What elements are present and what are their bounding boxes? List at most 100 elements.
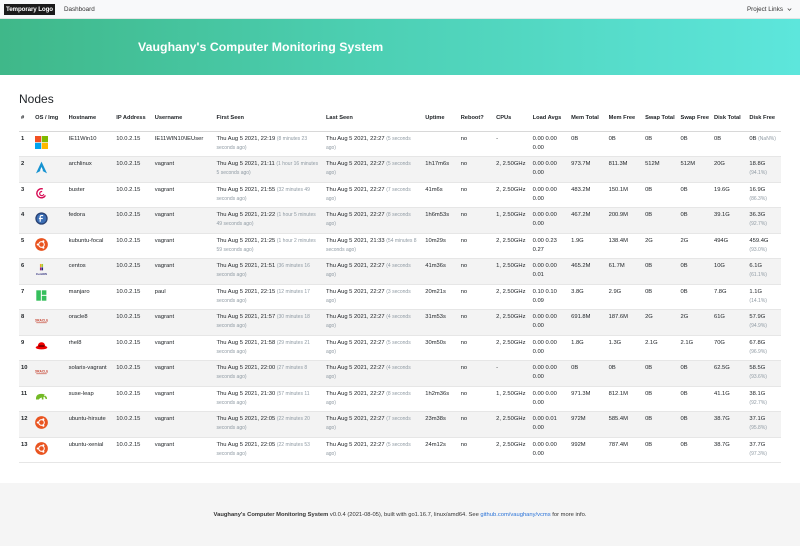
mem-free-cell: 787.4M — [606, 437, 644, 463]
first-seen-cell: Thu Aug 5 2021, 22:05 (22 minutes 20 sec… — [214, 411, 324, 438]
brand-logo[interactable]: Temporary Logo — [4, 3, 55, 15]
ip-address-cell: 10.0.2.15 — [114, 335, 153, 361]
column-header: Load Avgs — [530, 107, 570, 132]
footer-github-link[interactable]: github.com/vaughany/vcms — [480, 512, 550, 518]
row-number-value: 9 — [21, 339, 25, 346]
swap-total-cell: 0B — [643, 258, 679, 285]
cpus-cell: 2, 2.50GHz — [494, 182, 531, 208]
last-seen-cell: Thu Aug 5 2021, 22:27 (3 seconds ago) — [323, 284, 424, 310]
cpus-cell: 2, 2.50GHz — [494, 284, 531, 310]
mem-free-cell: 2.9G — [606, 284, 644, 310]
last-seen-cell: Thu Aug 5 2021, 22:27 (4 seconds ago) — [323, 360, 424, 387]
uptime-cell: 20m21s — [423, 284, 459, 310]
uptime-cell: 1h6m53s — [423, 207, 459, 234]
disk-free-cell: 16.9G (86.3%) — [747, 182, 781, 208]
column-header: OS / Img — [33, 107, 67, 132]
chevron-down-icon — [787, 7, 792, 11]
nodes-heading: Nodes — [19, 92, 54, 106]
column-header: Reboot? — [458, 107, 495, 132]
first-seen-cell: Thu Aug 5 2021, 21:25 (1 hour 2 minutes … — [214, 233, 324, 259]
redhat-logo-icon — [35, 340, 48, 353]
disk-free-value: 67.8G — [749, 339, 766, 346]
first-seen-date: Thu Aug 5 2021, 21:22 — [216, 212, 276, 218]
username-cell: vagrant — [152, 309, 215, 336]
disk-free-value: 459.4G — [749, 237, 769, 244]
username-cell: vagrant — [152, 156, 215, 183]
column-header: First Seen — [214, 107, 324, 132]
disk-free-value: 36.3G — [749, 212, 766, 218]
swap-free-cell: 0B — [678, 258, 712, 285]
first-seen-date: Thu Aug 5 2021, 22:19 — [216, 135, 276, 142]
swap-total-cell: 0B — [643, 182, 679, 208]
os-image-cell: CentOS — [33, 258, 67, 285]
swap-total-cell: 2G — [643, 309, 679, 336]
swap-total-cell: 0B — [643, 131, 679, 157]
disk-free-value: 37.7G — [749, 441, 766, 448]
disk-free-value: 0B — [749, 135, 757, 142]
first-seen-date: Thu Aug 5 2021, 21:58 — [216, 339, 276, 346]
disk-total-cell: 61G — [711, 309, 748, 336]
column-header: Mem Free — [606, 107, 644, 132]
disk-free-percent: (86.3%) — [749, 195, 767, 202]
hostname-cell: kubuntu-focal — [66, 233, 115, 259]
uptime-cell: 10m29s — [423, 233, 459, 259]
nav-dashboard-link[interactable]: Dashboard — [64, 6, 95, 13]
table-row: 7 manjaro 10.0.2.15 paul Thu Aug 5 2021, 22:… — [19, 284, 781, 310]
swap-free-cell: 2.1G — [678, 335, 712, 361]
os-image-cell — [33, 437, 67, 463]
last-seen-cell: Thu Aug 5 2021, 22:27 (5 seconds ago) — [323, 437, 424, 463]
row-number-value: 3 — [21, 186, 25, 193]
first-seen-cell: Thu Aug 5 2021, 22:05 (22 minutes 53 sec… — [214, 437, 324, 463]
last-seen-cell: Thu Aug 5 2021, 22:27 (7 seconds ago) — [323, 182, 424, 208]
main-content: Nodes # OS / Img Hostname IP Address Usernam… — [0, 92, 800, 463]
os-image-cell — [33, 156, 67, 183]
row-number-value: 11 — [21, 390, 28, 397]
hostname-cell: oracle8 — [66, 309, 115, 336]
hostname-cell: IE11Win10 — [66, 131, 115, 157]
disk-total-cell: 41.1G — [711, 386, 748, 412]
top-navbar: Temporary Logo Dashboard Project Links — [0, 0, 800, 19]
swap-total-cell: 0B — [643, 360, 679, 387]
row-number-value: 4 — [21, 212, 25, 218]
reboot-cell: no — [458, 437, 495, 463]
disk-free-percent: (95.8%) — [749, 425, 767, 431]
swap-free-cell: 2G — [678, 309, 712, 336]
reboot-cell: no — [458, 284, 495, 310]
disk-total-cell: 38.7G — [711, 411, 748, 438]
mem-free-cell: 187.6M — [606, 309, 644, 336]
disk-total-cell: 70G — [711, 335, 748, 361]
load-avgs-cell: 0.00 0.00 0.00 — [530, 335, 570, 361]
first-seen-date: Thu Aug 5 2021, 22:05 — [216, 416, 276, 422]
swap-free-cell: 0B — [678, 182, 712, 208]
load-avgs-cell: 0.00 0.00 0.00 — [530, 156, 570, 183]
uptime-cell: 1h17m6s — [423, 156, 459, 183]
footer-suffix: for more info. — [550, 511, 587, 518]
mem-total-cell: 1.8G — [569, 335, 607, 361]
table-row: 3 buster 10.0.2.15 vagrant Thu Aug 5 2021, 2… — [19, 182, 781, 208]
disk-free-cell: 36.3G (92.7%) — [747, 207, 781, 234]
disk-free-cell: 67.8G (96.9%) — [747, 335, 781, 361]
table-row: 4 fedora 10.0.2.15 vagrant Thu Aug 5 2021, 2… — [19, 207, 781, 234]
ubuntu-logo-icon — [35, 441, 49, 455]
last-seen-cell: Thu Aug 5 2021, 21:33 (54 minutes 8 seco… — [323, 233, 424, 259]
disk-free-cell: 6.1G (61.1%) — [747, 258, 781, 285]
disk-total-cell: 62.5G — [711, 360, 748, 387]
reboot-cell: no — [458, 233, 495, 259]
first-seen-date: Thu Aug 5 2021, 21:11 — [216, 161, 275, 167]
mem-total-cell: 691.8M — [569, 309, 607, 336]
reboot-cell: no — [458, 335, 495, 361]
mem-total-cell: 992M — [569, 437, 607, 463]
load-avgs-cell: 0.00 0.00 0.00 — [530, 207, 570, 234]
disk-free-cell: 37.7G (97.3%) — [747, 437, 781, 463]
first-seen-cell: Thu Aug 5 2021, 21:58 (29 minutes 21 sec… — [214, 335, 324, 361]
column-header: Uptime — [423, 107, 459, 132]
username-cell: vagrant — [152, 233, 215, 259]
svg-text:CentOS: CentOS — [36, 272, 47, 276]
swap-total-cell: 0B — [643, 411, 679, 438]
disk-total-cell: 39.1G — [711, 207, 748, 234]
os-image-cell — [33, 284, 67, 310]
hostname-cell: fedora — [66, 207, 115, 234]
project-links-dropdown[interactable]: Project Links — [747, 6, 792, 13]
row-number-value: 5 — [21, 237, 25, 244]
disk-free-percent: (14.1%) — [749, 297, 767, 304]
